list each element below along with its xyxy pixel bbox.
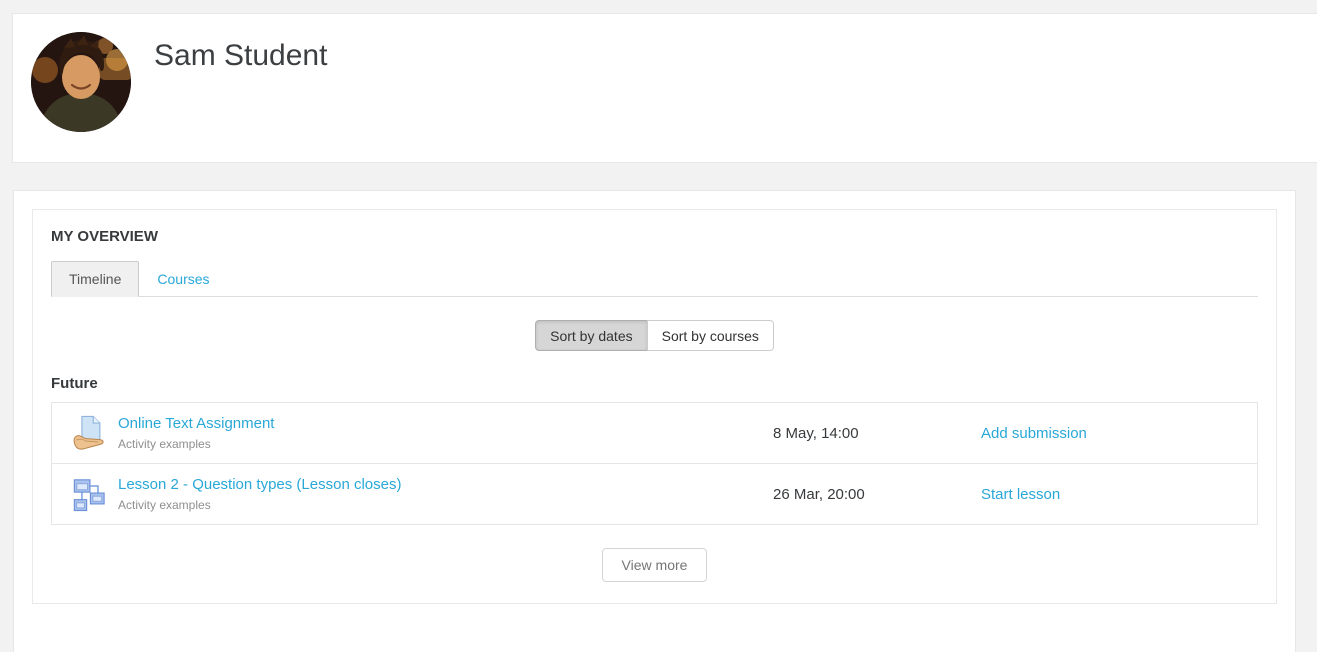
event-course-name: Activity examples <box>118 498 401 512</box>
tab-timeline[interactable]: Timeline <box>51 261 139 297</box>
profile-header-card: Sam Student <box>12 13 1317 163</box>
event-main: Lesson 2 - Question types (Lesson closes… <box>72 475 773 513</box>
sort-by-dates-button[interactable]: Sort by dates <box>535 320 648 351</box>
lesson-icon <box>72 475 106 513</box>
event-due-date: 8 May, 14:00 <box>773 425 981 442</box>
timeline-event-row: Online Text Assignment Activity examples… <box>51 402 1258 464</box>
my-overview-block: MY OVERVIEW Timeline Courses Sort by dat… <box>32 209 1277 604</box>
dashboard-content-card: MY OVERVIEW Timeline Courses Sort by dat… <box>13 190 1296 652</box>
view-more-container: View more <box>51 548 1258 582</box>
future-section-heading: Future <box>51 375 1258 392</box>
event-main: Online Text Assignment Activity examples <box>72 414 773 452</box>
avatar <box>31 32 131 132</box>
view-more-button[interactable]: View more <box>602 548 708 582</box>
tab-courses[interactable]: Courses <box>139 261 227 297</box>
event-due-date: 26 Mar, 20:00 <box>773 486 981 503</box>
add-submission-link[interactable]: Add submission <box>981 425 1087 442</box>
page-title-user-name: Sam Student <box>154 39 327 73</box>
event-link-online-text-assignment[interactable]: Online Text Assignment <box>118 415 274 432</box>
my-overview-heading: MY OVERVIEW <box>51 228 1258 245</box>
assignment-icon <box>72 414 106 452</box>
overview-tab-bar: Timeline Courses <box>51 261 1258 297</box>
sort-by-courses-button[interactable]: Sort by courses <box>647 320 774 351</box>
timeline-event-row: Lesson 2 - Question types (Lesson closes… <box>51 463 1258 525</box>
sort-button-group: Sort by dates Sort by courses <box>51 320 1258 351</box>
start-lesson-link[interactable]: Start lesson <box>981 486 1060 503</box>
event-course-name: Activity examples <box>118 437 274 451</box>
event-link-lesson-2[interactable]: Lesson 2 - Question types (Lesson closes… <box>118 476 401 493</box>
